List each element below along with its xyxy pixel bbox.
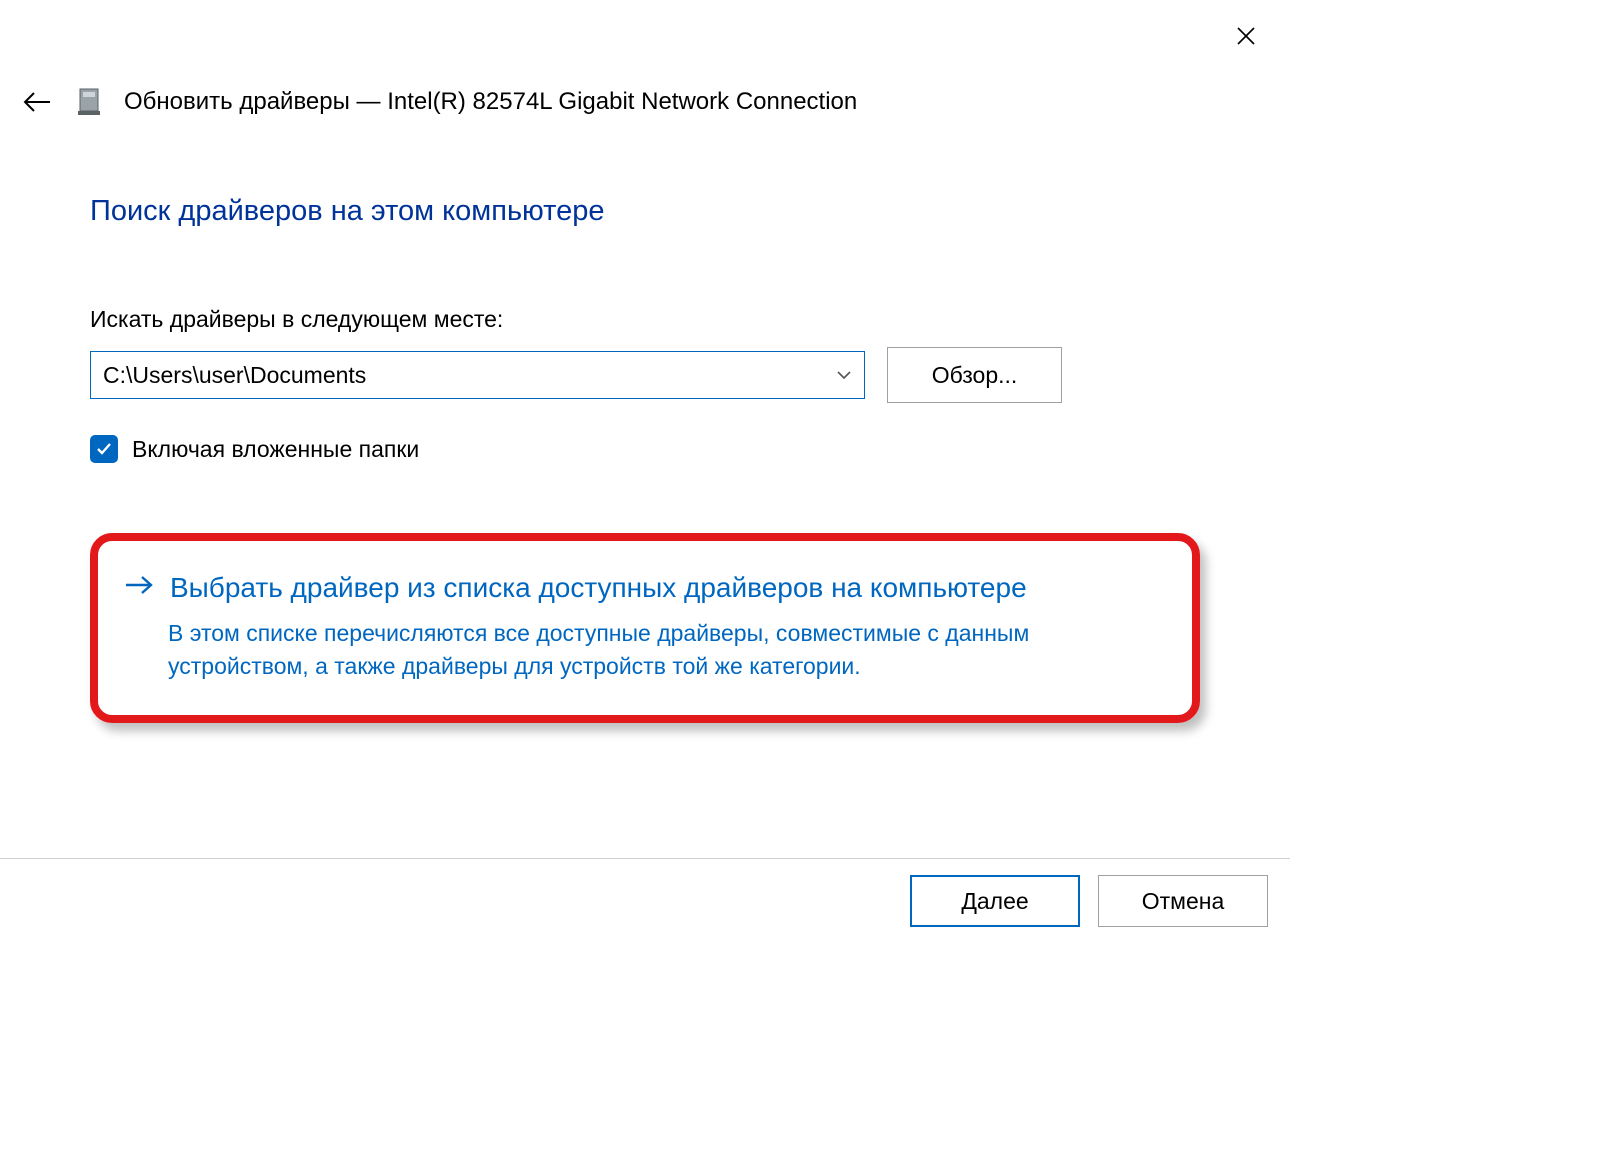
close-button[interactable] bbox=[1232, 22, 1260, 50]
next-button[interactable]: Далее bbox=[910, 875, 1080, 927]
include-subfolders-label: Включая вложенные папки bbox=[132, 436, 419, 463]
footer: Далее Отмена bbox=[910, 875, 1268, 927]
arrow-left-icon bbox=[20, 85, 54, 119]
window-title: Обновить драйверы — Intel(R) 82574L Giga… bbox=[124, 88, 857, 116]
search-location-label: Искать драйверы в следующем месте: bbox=[90, 306, 1200, 333]
back-button[interactable] bbox=[20, 85, 54, 119]
option-title: Выбрать драйвер из списка доступных драй… bbox=[170, 569, 1027, 607]
browse-button-label: Обзор... bbox=[932, 362, 1018, 389]
chevron-down-icon bbox=[836, 362, 852, 389]
arrow-right-icon bbox=[124, 573, 154, 603]
path-combobox[interactable]: C:\Users\user\Documents bbox=[90, 351, 865, 399]
check-icon bbox=[95, 440, 113, 458]
pick-from-list-option[interactable]: Выбрать драйвер из списка доступных драй… bbox=[90, 533, 1200, 723]
cancel-button-label: Отмена bbox=[1142, 888, 1225, 915]
cancel-button[interactable]: Отмена bbox=[1098, 875, 1268, 927]
option-description: В этом списке перечисляются все доступны… bbox=[168, 617, 1166, 684]
next-button-label: Далее bbox=[961, 888, 1028, 915]
browse-button[interactable]: Обзор... bbox=[887, 347, 1062, 403]
device-icon bbox=[76, 87, 102, 117]
footer-separator bbox=[0, 858, 1290, 859]
path-value: C:\Users\user\Documents bbox=[103, 362, 366, 389]
close-icon bbox=[1236, 26, 1256, 46]
page-heading: Поиск драйверов на этом компьютере bbox=[90, 195, 1200, 228]
include-subfolders-checkbox[interactable] bbox=[90, 435, 118, 463]
header: Обновить драйверы — Intel(R) 82574L Giga… bbox=[20, 85, 857, 119]
